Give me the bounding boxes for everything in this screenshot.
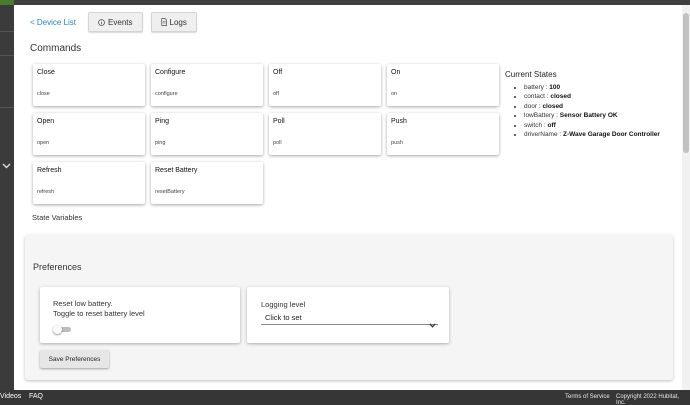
state-key: door (524, 102, 538, 110)
state-key: driverName (524, 131, 558, 139)
preferences-panel: Preferences Reset low battery. Toggle to… (25, 235, 673, 380)
events-button[interactable]: Events (88, 12, 143, 32)
state-item: driverName : Z-Wave Garage Door Controll… (524, 130, 685, 139)
current-states-heading: Current States (505, 70, 557, 79)
toggle-knob (53, 325, 62, 334)
reset-low-battery-description: Toggle to reset battery level (53, 309, 145, 318)
logs-button[interactable]: Logs (150, 12, 197, 32)
command-name: Push (391, 118, 407, 125)
state-variables-heading: State Variables (32, 213, 83, 222)
device-list-link[interactable]: < Device List (30, 18, 76, 27)
chevron-down-icon[interactable] (2, 162, 11, 172)
command-method: resetBattery (155, 189, 185, 195)
state-value: Sensor Battery OK (559, 112, 618, 120)
command-card-push[interactable]: Push push (387, 113, 499, 155)
command-card-off[interactable]: Off off (269, 64, 381, 106)
state-item: contact : closed (524, 92, 685, 101)
command-method: ping (155, 140, 166, 146)
device-detail-panel: < Device List Events Logs Commands Close… (14, 5, 682, 390)
state-key: contact (524, 93, 545, 101)
scrollbar[interactable] (682, 5, 690, 390)
state-value: closed (550, 93, 571, 101)
command-card-poll[interactable]: Poll poll (269, 113, 381, 155)
state-item: battery : 100 (524, 83, 685, 92)
logs-button-label: Logs (169, 17, 187, 27)
logging-level-select[interactable]: Click to set (261, 311, 438, 328)
state-value: 100 (549, 84, 561, 91)
command-method: on (391, 91, 398, 97)
command-name: Refresh (37, 167, 62, 174)
command-name: Poll (273, 118, 285, 125)
save-preferences-button[interactable]: Save Preferences (40, 350, 109, 368)
events-button-label: Events (108, 17, 133, 27)
chevron-down-icon (429, 315, 436, 333)
videos-link[interactable]: Videos (0, 393, 21, 400)
command-method: poll (273, 140, 282, 146)
nav-divider (0, 107, 14, 108)
state-value: closed (542, 102, 564, 110)
state-value: Z-Wave Garage Door Controller (563, 131, 660, 139)
state-key: switch (524, 121, 543, 129)
reset-low-battery-toggle[interactable] (53, 325, 71, 334)
left-navigation-rail (0, 5, 14, 390)
command-name: Configure (155, 69, 186, 76)
state-key: battery (524, 84, 544, 91)
commands-grid: Close close Configure configure Off off … (33, 64, 501, 204)
page-nav: < Device List Events Logs (30, 12, 197, 32)
command-card-open[interactable]: Open open (33, 113, 145, 155)
command-name: Open (37, 118, 55, 125)
command-method: refresh (37, 189, 55, 195)
command-name: Ping (155, 118, 170, 125)
state-value: off (547, 121, 556, 129)
reset-low-battery-preference: Reset low battery. Toggle to reset batte… (40, 287, 240, 343)
current-states: Current States battery : 100 contact : c… (505, 70, 685, 139)
terms-of-service-link[interactable]: Terms of Service (565, 394, 610, 400)
reset-low-battery-label: Reset low battery. (53, 299, 113, 308)
command-card-close[interactable]: Close close (33, 64, 145, 106)
command-card-on[interactable]: On on (387, 64, 499, 106)
logging-level-value: Click to set (265, 313, 302, 322)
command-name: Reset Battery (155, 167, 198, 174)
footer: Videos FAQ Terms of Service Copyright 20… (0, 390, 690, 405)
document-icon (160, 18, 167, 26)
state-item: lowBattery : Sensor Battery OK (524, 111, 685, 120)
command-method: configure (155, 91, 178, 97)
command-method: push (391, 140, 403, 146)
faq-link[interactable]: FAQ (29, 393, 43, 400)
nav-divider (0, 31, 14, 32)
state-key: lowBattery (524, 112, 555, 120)
state-item: door : closed (524, 102, 685, 111)
command-method: off (273, 91, 280, 97)
nav-divider (0, 55, 14, 56)
copyright-text: Copyright 2022 Hubitat, Inc. (616, 393, 680, 405)
logging-level-preference: Logging level Click to set (247, 287, 449, 343)
state-item: switch : off (524, 121, 685, 130)
commands-heading: Commands (30, 43, 82, 54)
preferences-heading: Preferences (33, 262, 82, 272)
current-states-list: battery : 100 contact : closed door : cl… (505, 83, 685, 139)
command-name: Close (37, 69, 55, 76)
command-card-reset-battery[interactable]: Reset Battery resetBattery (151, 162, 263, 204)
command-card-ping[interactable]: Ping ping (151, 113, 263, 155)
command-name: Off (273, 69, 283, 76)
command-card-refresh[interactable]: Refresh refresh (33, 162, 145, 204)
command-name: On (391, 69, 401, 76)
command-method: open (37, 140, 50, 146)
info-circle-icon (98, 18, 105, 26)
logging-level-label: Logging level (261, 300, 306, 309)
command-card-configure[interactable]: Configure configure (151, 64, 263, 106)
command-method: close (37, 91, 50, 97)
